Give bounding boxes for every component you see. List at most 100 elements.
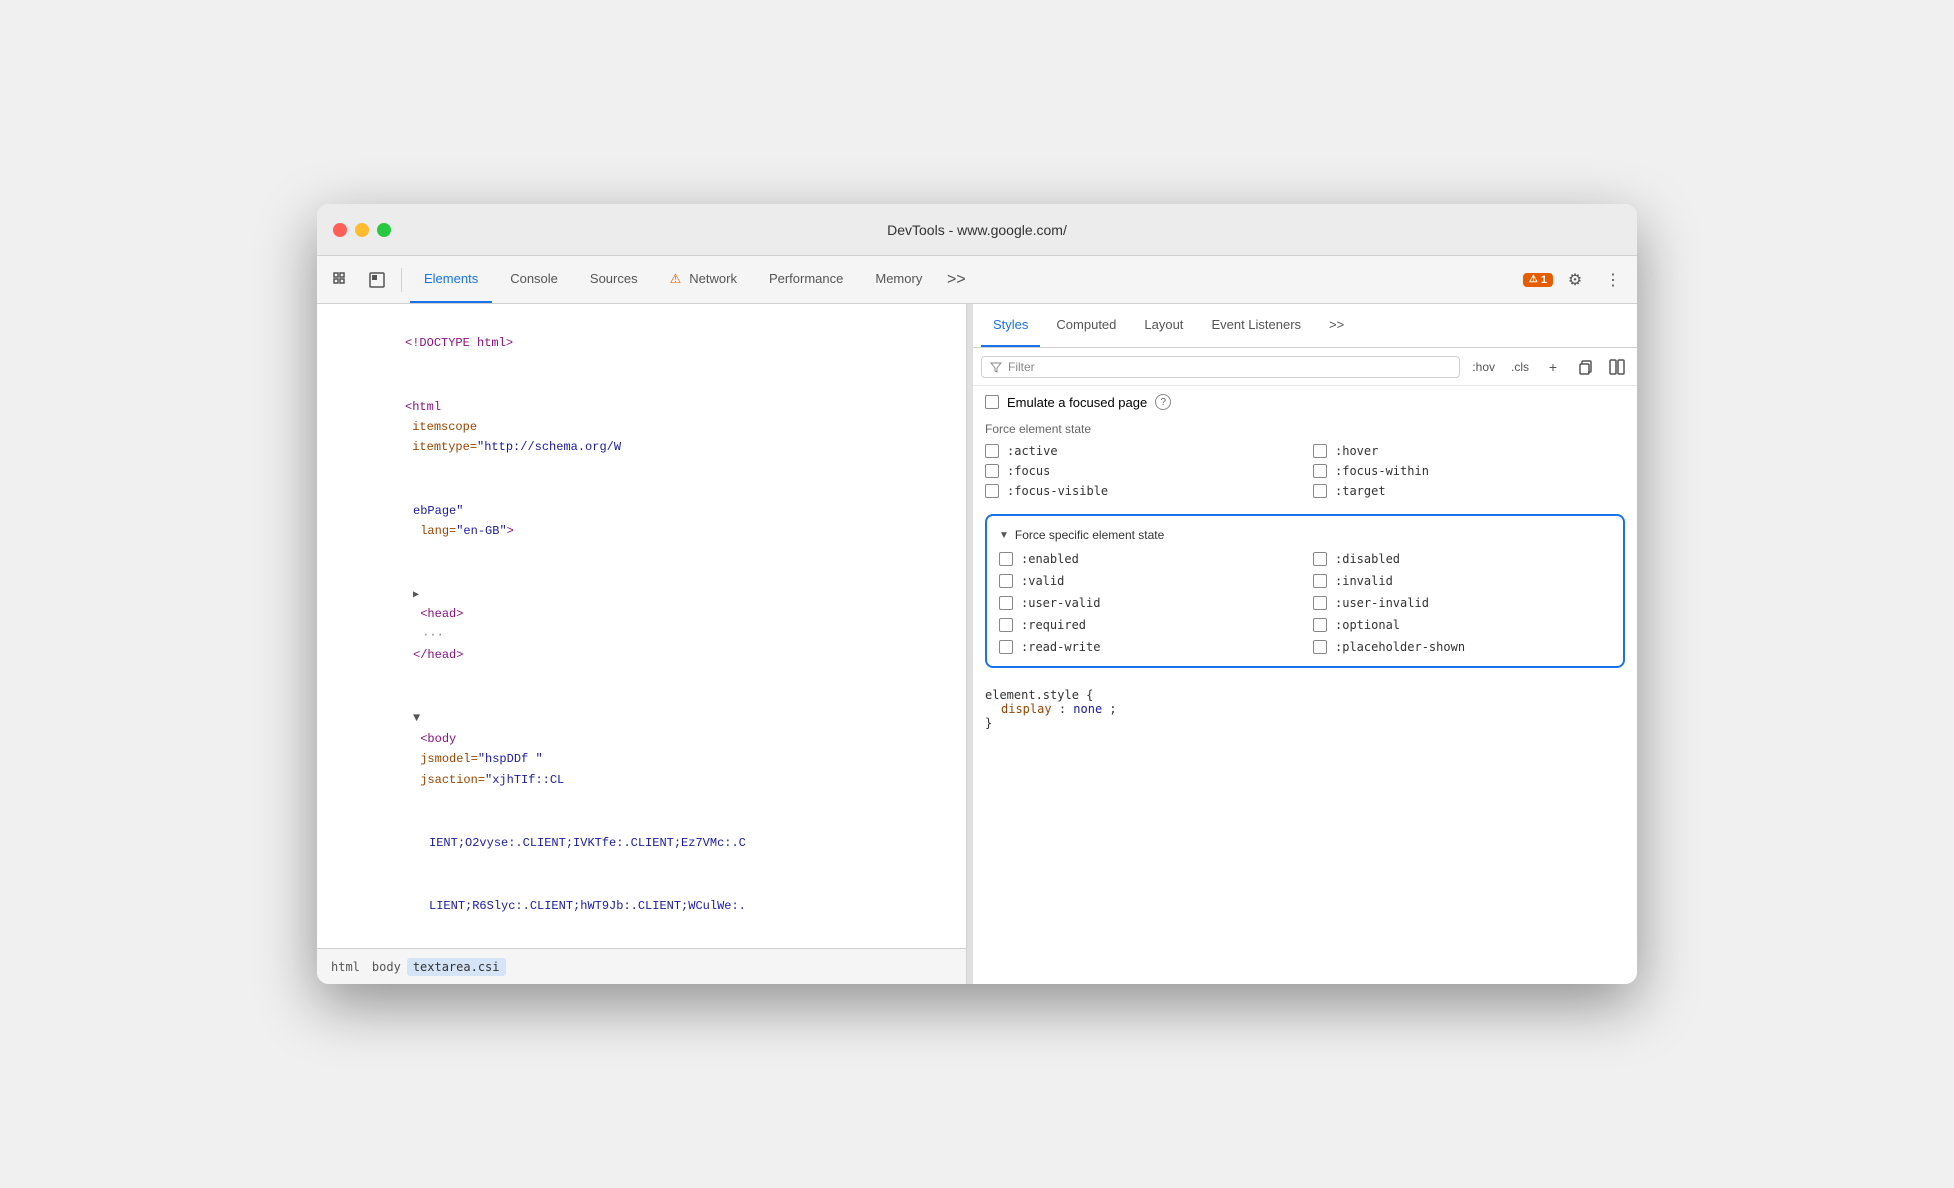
tab-styles[interactable]: Styles xyxy=(981,304,1040,347)
state-optional: :optional xyxy=(1313,618,1611,632)
css-property-line[interactable]: display : none ; xyxy=(985,702,1625,716)
state-enabled: :enabled xyxy=(999,552,1297,566)
cursor-icon-button[interactable] xyxy=(325,264,357,296)
state-active-checkbox[interactable] xyxy=(985,444,999,458)
state-user-valid: :user-valid xyxy=(999,596,1297,610)
styles-panel: Styles Computed Layout Event Listeners >… xyxy=(973,304,1637,984)
cls-button[interactable]: .cls xyxy=(1507,358,1533,376)
state-focus: :focus xyxy=(985,464,1297,478)
css-selector-line: element.style { xyxy=(985,688,1625,702)
more-tabs-button[interactable]: >> xyxy=(940,264,972,296)
state-disabled: :disabled xyxy=(1313,552,1611,566)
element-style-block: element.style { display : none ; } xyxy=(985,680,1625,730)
layout-toggle-button[interactable] xyxy=(1605,355,1629,379)
tab-sources[interactable]: Sources xyxy=(576,256,652,303)
maximize-button[interactable] xyxy=(377,223,391,237)
triangle-down-icon: ▼ xyxy=(999,530,1009,541)
state-required-checkbox[interactable] xyxy=(999,618,1013,632)
titlebar: DevTools - www.google.com/ xyxy=(317,204,1637,256)
dom-panel: <!DOCTYPE html> <html itemscope itemtype… xyxy=(317,304,967,984)
state-user-invalid-checkbox[interactable] xyxy=(1313,596,1327,610)
state-read-write-checkbox[interactable] xyxy=(999,640,1013,654)
state-hover: :hover xyxy=(1313,444,1625,458)
state-read-write: :read-write xyxy=(999,640,1297,654)
tab-computed[interactable]: Computed xyxy=(1044,304,1128,347)
layout-icon xyxy=(1609,359,1625,375)
styles-tabs: Styles Computed Layout Event Listeners >… xyxy=(973,304,1637,348)
dom-line-body2[interactable]: IENT;O2vyse:.CLIENT;IVKTfe:.CLIENT;Ez7VM… xyxy=(317,811,966,874)
emulate-focused-page-label: Emulate a focused page xyxy=(1007,395,1147,410)
traffic-lights xyxy=(333,223,391,237)
tab-layout[interactable]: Layout xyxy=(1132,304,1195,347)
css-close-brace: } xyxy=(985,716,1625,730)
emulate-focused-page-row: Emulate a focused page ? xyxy=(985,394,1625,410)
dom-line-body[interactable]: ▼ <body jsmodel="hspDDf " jsaction="xjhT… xyxy=(317,687,966,811)
tab-console[interactable]: Console xyxy=(496,256,572,303)
help-icon[interactable]: ? xyxy=(1155,394,1171,410)
tab-styles-more[interactable]: >> xyxy=(1317,304,1356,347)
notification-badge: ⚠ 1 xyxy=(1523,273,1553,287)
settings-button[interactable]: ⚙ xyxy=(1559,264,1591,296)
state-focus-checkbox[interactable] xyxy=(985,464,999,478)
state-required: :required xyxy=(999,618,1297,632)
toolbar-separator xyxy=(401,268,402,292)
state-target-checkbox[interactable] xyxy=(1313,484,1327,498)
breadcrumb-body[interactable]: body xyxy=(366,958,407,976)
state-focus-visible: :focus-visible xyxy=(985,484,1297,498)
emulate-focused-page-checkbox[interactable] xyxy=(985,395,999,409)
add-style-rule-button[interactable]: + xyxy=(1541,355,1565,379)
window-title: DevTools - www.google.com/ xyxy=(887,222,1067,238)
breadcrumb-bar: html body textarea.csi xyxy=(317,948,966,984)
main-content: <!DOCTYPE html> <html itemscope itemtype… xyxy=(317,304,1637,984)
hov-button[interactable]: :hov xyxy=(1468,358,1499,376)
state-focus-visible-checkbox[interactable] xyxy=(985,484,999,498)
state-enabled-checkbox[interactable] xyxy=(999,552,1013,566)
state-active: :active xyxy=(985,444,1297,458)
copy-icon xyxy=(1577,359,1593,375)
state-invalid: :invalid xyxy=(1313,574,1611,588)
filter-icon xyxy=(990,361,1002,373)
dom-line-head[interactable]: ▶ <head> ··· </head> xyxy=(317,563,966,687)
tab-performance[interactable]: Performance xyxy=(755,256,857,303)
force-specific-element-state-box: ▼ Force specific element state :enabled … xyxy=(985,514,1625,668)
state-hover-checkbox[interactable] xyxy=(1313,444,1327,458)
inspect-icon-button[interactable] xyxy=(361,264,393,296)
force-element-state-title: Force element state xyxy=(985,422,1625,436)
warning-icon-small: ⚠ xyxy=(1529,274,1538,285)
dom-line-html[interactable]: <html itemscope itemtype="http://schema.… xyxy=(317,375,966,479)
dom-line-body3[interactable]: LIENT;R6Slyc:.CLIENT;hWT9Jb:.CLIENT;WCul… xyxy=(317,875,966,938)
state-target: :target xyxy=(1313,484,1625,498)
dom-tree[interactable]: <!DOCTYPE html> <html itemscope itemtype… xyxy=(317,304,966,948)
tab-network[interactable]: ⚠ Network xyxy=(656,256,751,303)
tab-event-listeners[interactable]: Event Listeners xyxy=(1199,304,1313,347)
main-toolbar: Elements Console Sources ⚠ Network Perfo… xyxy=(317,256,1637,304)
state-user-valid-checkbox[interactable] xyxy=(999,596,1013,610)
tab-elements[interactable]: Elements xyxy=(410,256,492,303)
close-button[interactable] xyxy=(333,223,347,237)
state-valid: :valid xyxy=(999,574,1297,588)
styles-filter-box: Filter xyxy=(981,356,1460,378)
filter-placeholder[interactable]: Filter xyxy=(1008,360,1035,374)
dom-line-html2[interactable]: ebPage" lang="en-GB"> xyxy=(317,479,966,563)
more-options-button[interactable]: ⋮ xyxy=(1597,264,1629,296)
breadcrumb-textarea[interactable]: textarea.csi xyxy=(407,958,506,976)
devtools-window: DevTools - www.google.com/ Elements Cons… xyxy=(317,204,1637,984)
state-disabled-checkbox[interactable] xyxy=(1313,552,1327,566)
state-focus-within: :focus-within xyxy=(1313,464,1625,478)
state-focus-within-checkbox[interactable] xyxy=(1313,464,1327,478)
state-optional-checkbox[interactable] xyxy=(1313,618,1327,632)
dom-line-body4[interactable]: CLIENT;VM8bg:.CLIENT;qqf0n:.CLIENT;A8708… xyxy=(317,938,966,948)
force-state-grid: :active :hover :focus :focus-within xyxy=(985,444,1625,498)
breadcrumb-html[interactable]: html xyxy=(325,958,366,976)
state-invalid-checkbox[interactable] xyxy=(1313,574,1327,588)
state-placeholder-shown-checkbox[interactable] xyxy=(1313,640,1327,654)
tab-memory[interactable]: Memory xyxy=(861,256,936,303)
styles-content: Emulate a focused page ? Force element s… xyxy=(973,386,1637,984)
minimize-button[interactable] xyxy=(355,223,369,237)
styles-filter-toolbar: Filter :hov .cls + xyxy=(973,348,1637,386)
specific-state-grid: :enabled :disabled :valid :invalid xyxy=(999,552,1611,654)
copy-styles-button[interactable] xyxy=(1573,355,1597,379)
force-specific-title-row: ▼ Force specific element state xyxy=(999,528,1611,542)
state-valid-checkbox[interactable] xyxy=(999,574,1013,588)
state-placeholder-shown: :placeholder-shown xyxy=(1313,640,1611,654)
